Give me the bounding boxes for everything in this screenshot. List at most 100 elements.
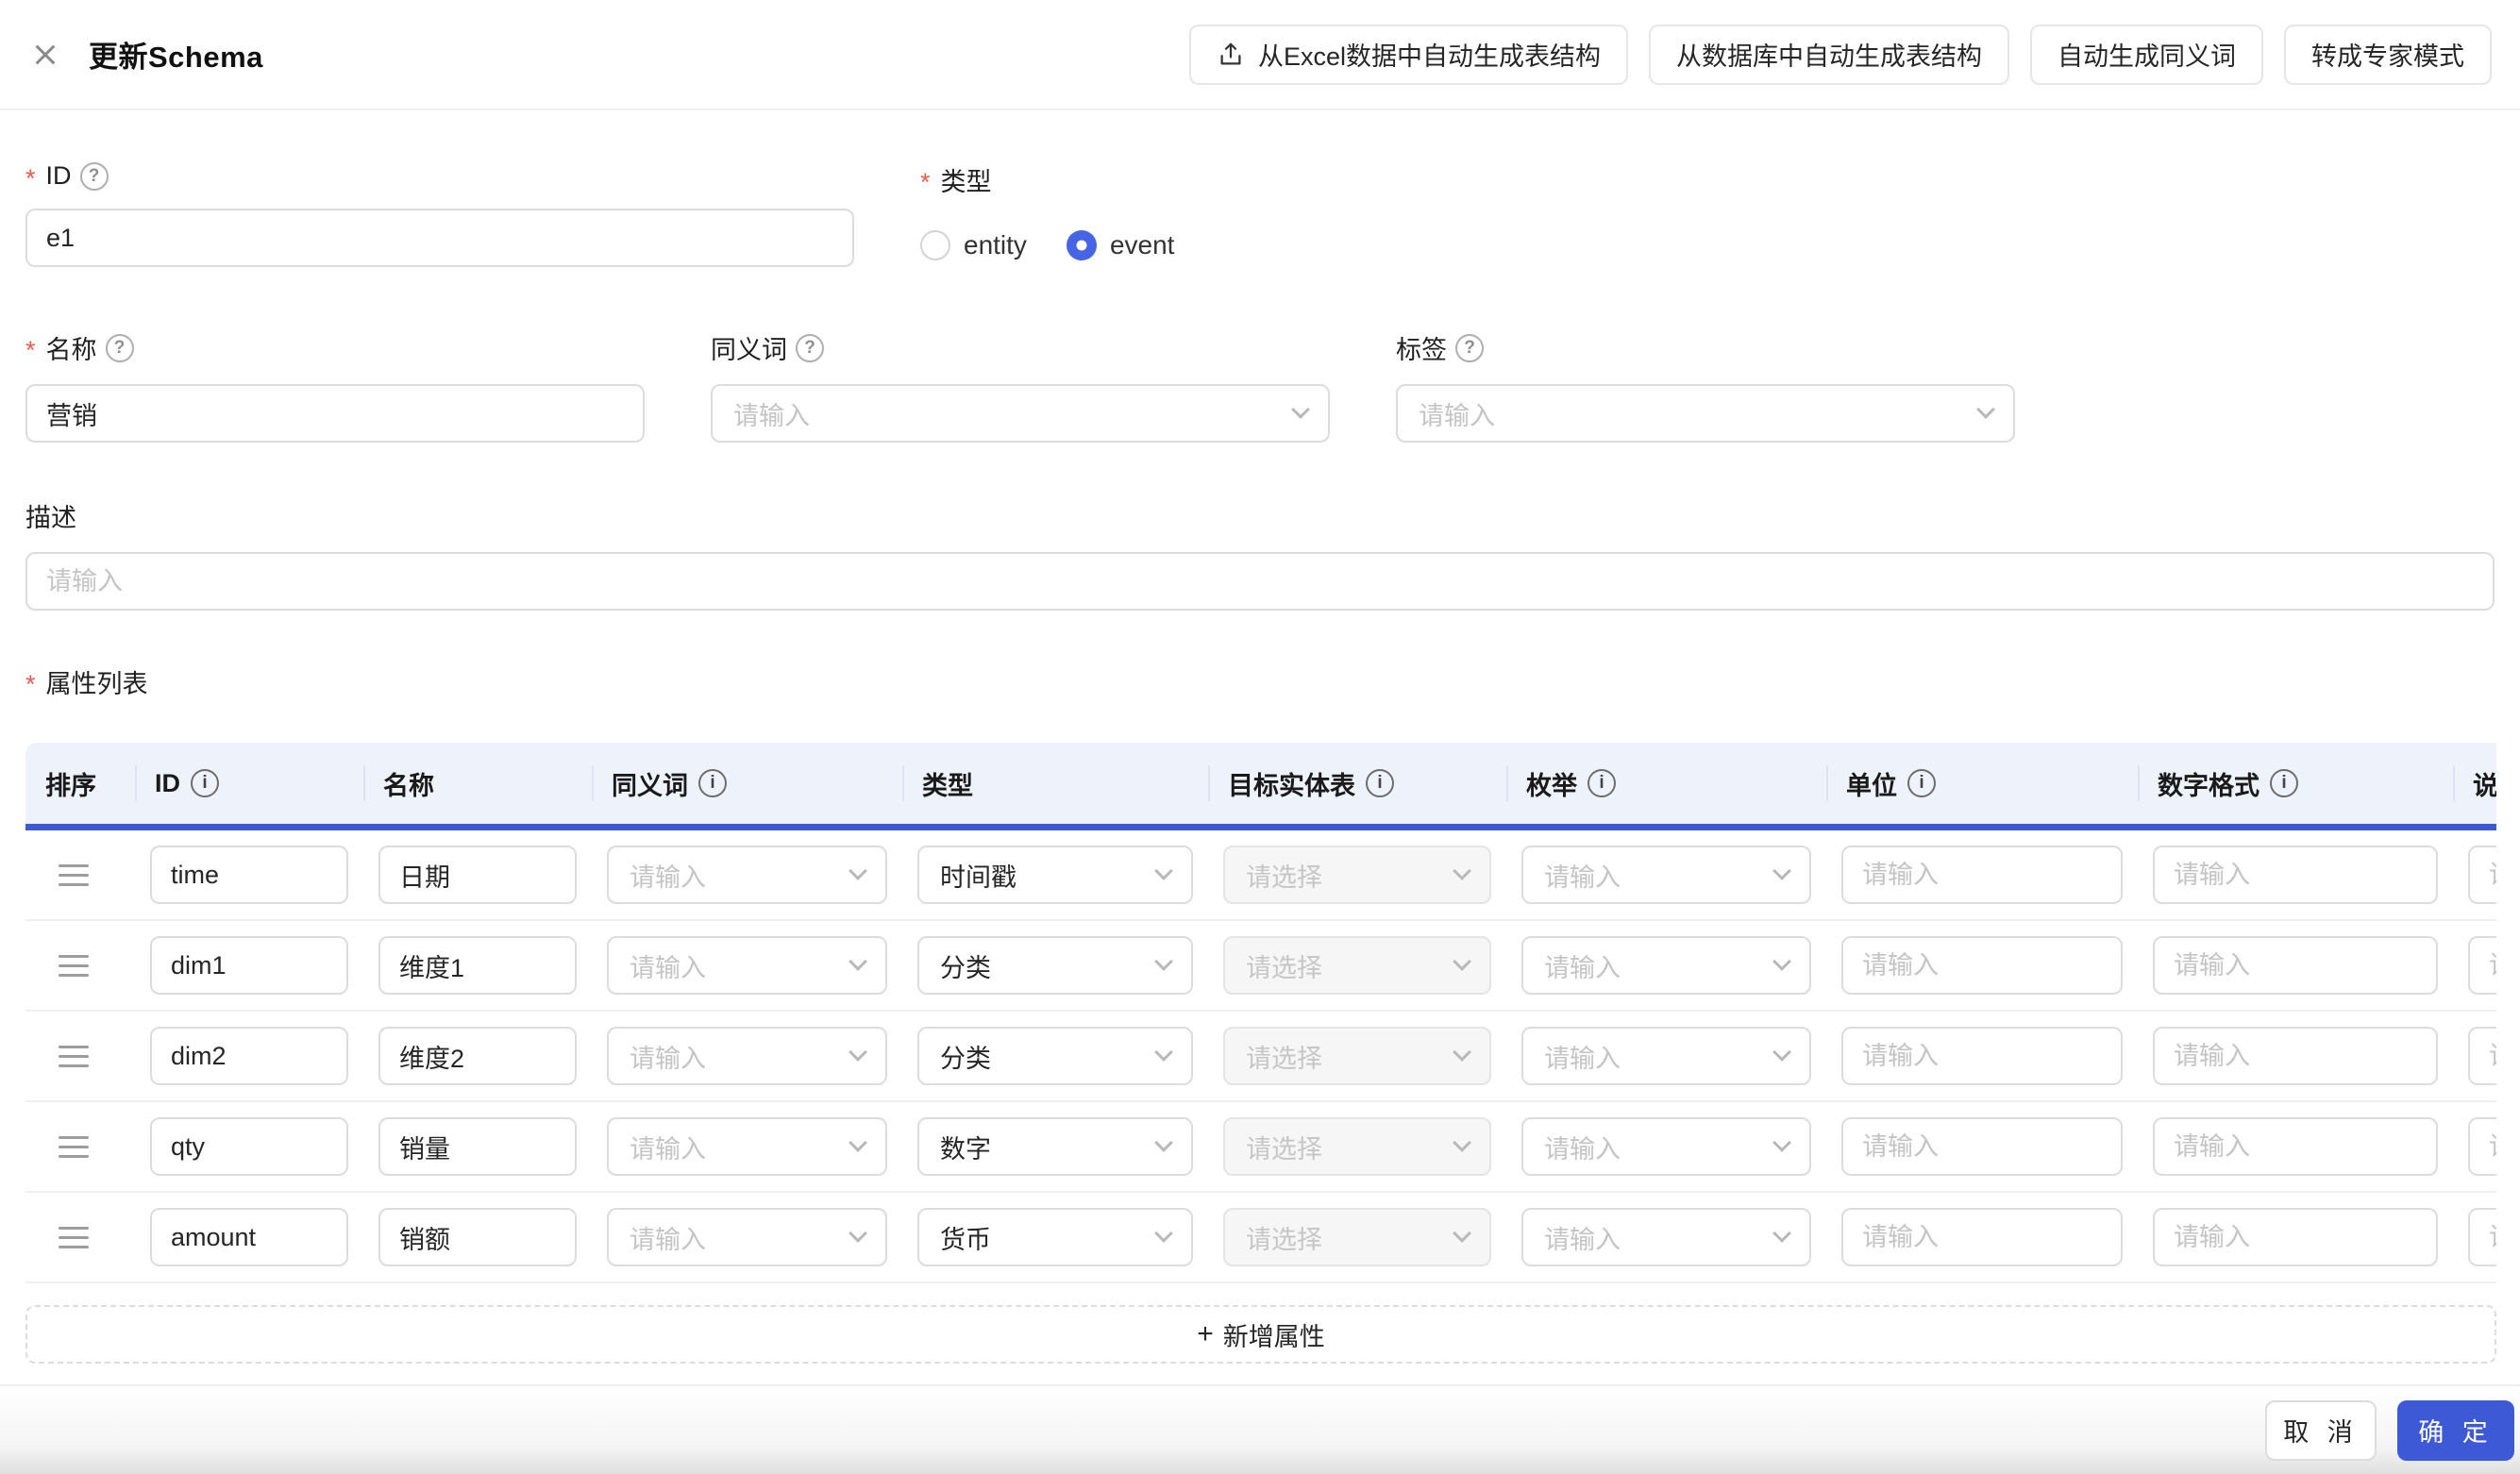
tag-select-placeholder: 请输入 — [1419, 401, 1495, 430]
help-icon[interactable]: ? — [1455, 333, 1484, 362]
radio-event-icon[interactable] — [1066, 230, 1097, 260]
radio-entity[interactable]: entity — [920, 230, 1027, 260]
attr-description-input[interactable] — [2468, 1208, 2496, 1266]
generate-from-database-label: 从数据库中自动生成表结构 — [1676, 42, 1982, 71]
help-icon[interactable]: ? — [796, 333, 824, 362]
add-attribute-button[interactable]: + 新增属性 — [25, 1305, 2496, 1364]
drag-handle-icon[interactable] — [59, 863, 89, 886]
attr-type-select[interactable]: 时间戳 — [917, 846, 1193, 904]
attr-number-format-input[interactable] — [2153, 1208, 2438, 1266]
radio-entity-icon[interactable] — [920, 230, 950, 260]
chevron-down-icon — [848, 1043, 867, 1062]
info-icon[interactable]: i — [1588, 769, 1616, 797]
drag-handle-icon[interactable] — [59, 1226, 89, 1248]
attr-enum-select[interactable]: 请输入 — [1521, 1117, 1811, 1176]
chevron-down-icon — [1772, 952, 1791, 971]
column-header-description: 说明 — [2453, 743, 2496, 824]
attr-type-select[interactable]: 分类 — [917, 936, 1193, 995]
drag-handle-icon[interactable] — [59, 954, 89, 977]
info-icon[interactable]: i — [2270, 769, 2298, 797]
drag-handle-icon[interactable] — [59, 1045, 89, 1067]
info-icon[interactable]: i — [191, 769, 219, 797]
attr-unit-input[interactable] — [1841, 1117, 2123, 1176]
modal-header: 更新Schema 从Excel数据中自动生成表结构 从数据库中自动生成表结构 自… — [0, 0, 2520, 110]
attr-id-input[interactable] — [150, 1117, 348, 1176]
auto-generate-synonyms-label: 自动生成同义词 — [2058, 42, 2236, 71]
drag-handle-icon[interactable] — [59, 1135, 89, 1158]
generate-from-database-button[interactable]: 从数据库中自动生成表结构 — [1649, 24, 2009, 85]
description-input[interactable] — [25, 552, 2495, 611]
attr-synonym-select[interactable]: 请输入 — [607, 1208, 887, 1266]
description-field-label: 描述 — [25, 497, 2495, 534]
attribute-table-header: 排序 ID i 名称 同义词 i 类型 目标实体表 i 枚举 i 单位 i 数字格式 i 说… — [25, 743, 2496, 824]
radio-event[interactable]: event — [1066, 230, 1174, 260]
chevron-down-icon — [848, 862, 867, 880]
generate-from-excel-button[interactable]: 从Excel数据中自动生成表结构 — [1188, 24, 1628, 85]
attr-synonym-select[interactable]: 请输入 — [607, 846, 887, 904]
attr-name-input[interactable] — [378, 1117, 577, 1176]
info-icon[interactable]: i — [698, 769, 727, 797]
column-header-sort: 排序 — [45, 771, 96, 800]
table-row: 请输入 分类 请选择 请输入 — [25, 1012, 2496, 1102]
attr-unit-input[interactable] — [1841, 846, 2123, 904]
help-icon[interactable]: ? — [105, 333, 134, 362]
attr-number-format-input[interactable] — [2153, 1117, 2438, 1176]
tag-select[interactable]: 请输入 — [1396, 384, 2015, 443]
attr-id-input[interactable] — [150, 936, 348, 995]
attr-description-input[interactable] — [2468, 1117, 2496, 1176]
column-header-synonym: 同义词 i — [592, 743, 902, 824]
attr-description-input[interactable] — [2468, 846, 2496, 904]
add-attribute-label: 新增属性 — [1222, 1322, 1325, 1351]
attr-enum-select[interactable]: 请输入 — [1521, 1027, 1811, 1085]
attr-enum-select[interactable]: 请输入 — [1521, 1208, 1811, 1266]
synonym-label-text: 同义词 — [711, 336, 787, 364]
attr-unit-input[interactable] — [1841, 1208, 2123, 1266]
info-icon[interactable]: i — [1907, 769, 1936, 797]
attr-unit-input[interactable] — [1841, 1027, 2123, 1085]
id-input[interactable] — [25, 209, 854, 267]
attr-unit-input[interactable] — [1841, 936, 2123, 995]
attr-number-format-input[interactable] — [2153, 936, 2438, 995]
attr-target-table-select: 请选择 — [1223, 936, 1491, 995]
column-header-type: 类型 — [902, 743, 1208, 824]
attr-enum-select[interactable]: 请输入 — [1521, 846, 1811, 904]
attr-type-select[interactable]: 分类 — [917, 1027, 1193, 1085]
attr-target-table-select: 请选择 — [1223, 1208, 1491, 1266]
confirm-button[interactable]: 确 定 — [2397, 1399, 2514, 1461]
plus-icon: + — [1197, 1318, 1214, 1349]
attr-synonym-select[interactable]: 请输入 — [607, 1117, 887, 1176]
attr-synonym-select[interactable]: 请输入 — [607, 1027, 887, 1085]
close-icon[interactable] — [28, 38, 62, 72]
chevron-down-icon — [1453, 862, 1471, 880]
table-row: 请输入 时间戳 请选择 请输入 — [25, 830, 2496, 921]
chevron-down-icon — [1772, 1043, 1791, 1062]
type-field-label: * 类型 — [920, 161, 1174, 198]
attr-id-input[interactable] — [150, 846, 348, 904]
name-input[interactable] — [25, 384, 645, 443]
attr-name-input[interactable] — [378, 1027, 577, 1085]
help-icon[interactable]: ? — [79, 161, 109, 191]
info-icon[interactable]: i — [1366, 769, 1394, 797]
attr-enum-select[interactable]: 请输入 — [1521, 936, 1811, 995]
attr-description-input[interactable] — [2468, 1027, 2496, 1085]
switch-to-expert-mode-button[interactable]: 转成专家模式 — [2284, 24, 2492, 85]
attr-type-select[interactable]: 数字 — [917, 1117, 1193, 1176]
auto-generate-synonyms-button[interactable]: 自动生成同义词 — [2030, 24, 2263, 85]
attr-name-input[interactable] — [378, 846, 577, 904]
name-label-text: 名称 — [45, 336, 97, 364]
attr-number-format-input[interactable] — [2153, 846, 2438, 904]
synonym-select[interactable]: 请输入 — [711, 384, 1330, 443]
attr-id-input[interactable] — [150, 1208, 348, 1266]
type-label-text: 类型 — [940, 168, 992, 196]
attr-description-input[interactable] — [2468, 936, 2496, 995]
chevron-down-icon — [1154, 862, 1173, 880]
chevron-down-icon — [848, 952, 867, 971]
attr-type-select[interactable]: 货币 — [917, 1208, 1193, 1266]
cancel-button[interactable]: 取 消 — [2265, 1399, 2377, 1461]
attr-id-input[interactable] — [150, 1027, 348, 1085]
attr-name-input[interactable] — [378, 1208, 577, 1266]
attr-synonym-select[interactable]: 请输入 — [607, 936, 887, 995]
required-asterisk: * — [25, 670, 36, 698]
attr-number-format-input[interactable] — [2153, 1027, 2438, 1085]
attr-name-input[interactable] — [378, 936, 577, 995]
